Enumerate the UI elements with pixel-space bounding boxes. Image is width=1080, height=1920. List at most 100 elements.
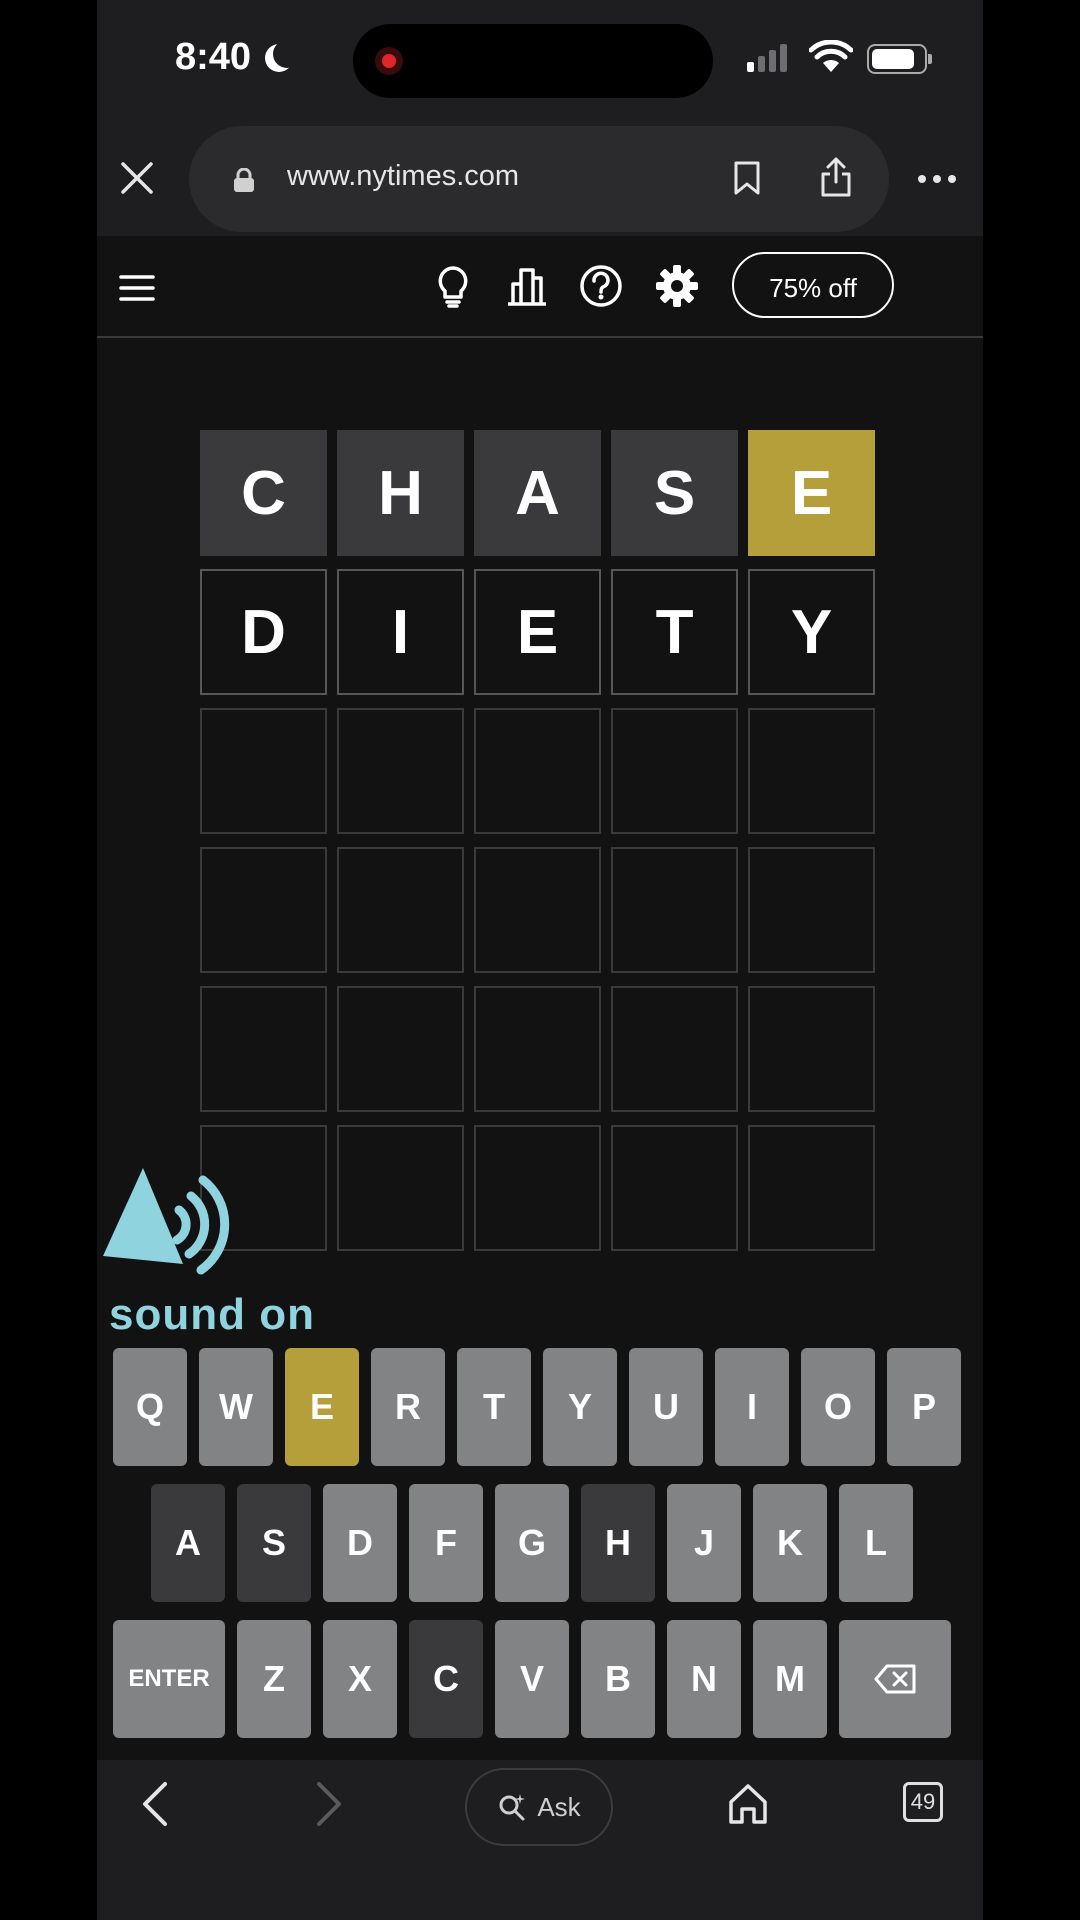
board-tile	[337, 708, 464, 834]
lock-icon	[234, 168, 254, 192]
sound-on-label: sound on	[109, 1290, 315, 1339]
board-tile	[337, 986, 464, 1112]
status-time: 8:40	[175, 36, 252, 78]
ask-button[interactable]: Ask	[465, 1768, 613, 1846]
ask-label: Ask	[537, 1791, 581, 1822]
key-v[interactable]: V	[495, 1620, 569, 1738]
key-s[interactable]: S	[237, 1484, 311, 1602]
menu-icon[interactable]	[119, 274, 155, 302]
game-header: 75% off	[97, 236, 983, 338]
key-k[interactable]: K	[753, 1484, 827, 1602]
board-tile	[748, 1125, 875, 1251]
url-text[interactable]: www.nytimes.com	[287, 160, 519, 193]
key-q[interactable]: Q	[113, 1348, 187, 1466]
key-o[interactable]: O	[801, 1348, 875, 1466]
sparkle-search-icon	[499, 1794, 526, 1821]
board-tile	[337, 847, 464, 973]
key-n[interactable]: N	[667, 1620, 741, 1738]
keyboard-row: QWERTYUIOP	[113, 1348, 967, 1466]
help-icon[interactable]	[579, 264, 623, 308]
key-l[interactable]: L	[839, 1484, 913, 1602]
key-a[interactable]: A	[151, 1484, 225, 1602]
key-z[interactable]: Z	[237, 1620, 311, 1738]
moon-icon	[273, 40, 301, 68]
board-row: DIETY	[200, 569, 882, 695]
board-tile	[337, 1125, 464, 1251]
backspace-key[interactable]	[839, 1620, 951, 1738]
more-options-icon[interactable]	[917, 174, 957, 184]
key-w[interactable]: W	[199, 1348, 273, 1466]
promo-button[interactable]: 75% off	[732, 252, 894, 318]
tabs-button[interactable]: 49	[903, 1782, 943, 1822]
cellular-signal-icon	[747, 44, 787, 72]
board-row	[200, 1125, 882, 1251]
key-r[interactable]: R	[371, 1348, 445, 1466]
board-tile	[200, 986, 327, 1112]
board-tile: Y	[748, 569, 875, 695]
board-tile: C	[200, 430, 327, 556]
key-g[interactable]: G	[495, 1484, 569, 1602]
board-tile	[474, 986, 601, 1112]
board-tile: H	[337, 430, 464, 556]
key-m[interactable]: M	[753, 1620, 827, 1738]
enter-key[interactable]: ENTER	[113, 1620, 225, 1738]
key-d[interactable]: D	[323, 1484, 397, 1602]
board-tile: E	[748, 430, 875, 556]
board-tile	[200, 708, 327, 834]
close-icon[interactable]	[119, 160, 155, 196]
board-tile	[474, 708, 601, 834]
dynamic-island	[353, 24, 713, 98]
settings-icon[interactable]	[655, 264, 699, 308]
key-f[interactable]: F	[409, 1484, 483, 1602]
key-x[interactable]: X	[323, 1620, 397, 1738]
board-tile: T	[611, 569, 738, 695]
browser-toolbar: Ask 49	[97, 1760, 983, 1920]
board-tile	[474, 847, 601, 973]
key-j[interactable]: J	[667, 1484, 741, 1602]
keyboard-row: ASDFGHJKL	[113, 1484, 967, 1602]
back-icon[interactable]	[137, 1780, 171, 1828]
board-tile: E	[474, 569, 601, 695]
stats-icon[interactable]	[505, 264, 549, 308]
board-tile	[748, 708, 875, 834]
status-bar: 8:40	[97, 0, 983, 120]
board-tile: I	[337, 569, 464, 695]
recording-icon	[375, 47, 403, 75]
bookmark-icon[interactable]	[733, 160, 761, 196]
lightbulb-icon[interactable]	[431, 264, 475, 308]
wifi-icon	[809, 40, 853, 72]
board-tile: D	[200, 569, 327, 695]
keyboard-row: ENTER Z X C V B N M	[113, 1620, 967, 1738]
browser-address-bar: www.nytimes.com	[97, 120, 983, 236]
board-tile	[748, 986, 875, 1112]
on-screen-keyboard: Q W E R T Y U I O P A S D F G H J K L ENTER Z X C V B N M	[113, 1348, 967, 1756]
key-c[interactable]: C	[409, 1620, 483, 1738]
backspace-icon	[874, 1664, 916, 1694]
key-h[interactable]: H	[581, 1484, 655, 1602]
board-row	[200, 986, 882, 1112]
board-row	[200, 708, 882, 834]
board-tile	[474, 1125, 601, 1251]
key-y[interactable]: Y	[543, 1348, 617, 1466]
board-tile	[748, 847, 875, 973]
speaker-icon	[103, 1168, 230, 1275]
board-tile: A	[474, 430, 601, 556]
key-p[interactable]: P	[887, 1348, 961, 1466]
board-tile: S	[611, 430, 738, 556]
battery-icon	[867, 44, 932, 74]
key-b[interactable]: B	[581, 1620, 655, 1738]
share-icon[interactable]	[819, 156, 853, 198]
key-u[interactable]: U	[629, 1348, 703, 1466]
board-tile	[611, 1125, 738, 1251]
key-i[interactable]: I	[715, 1348, 789, 1466]
board-row: CHASE	[200, 430, 882, 556]
key-t[interactable]: T	[457, 1348, 531, 1466]
key-e[interactable]: E	[285, 1348, 359, 1466]
board-tile	[611, 708, 738, 834]
board-tile	[611, 847, 738, 973]
game-board: CHASEDIETY	[200, 430, 882, 1264]
board-tile	[200, 847, 327, 973]
home-icon[interactable]	[727, 1782, 769, 1826]
forward-icon[interactable]	[313, 1780, 347, 1828]
phone-screen: 8:40 www.nytimes.com 75% off C H A S E D…	[97, 0, 983, 1920]
